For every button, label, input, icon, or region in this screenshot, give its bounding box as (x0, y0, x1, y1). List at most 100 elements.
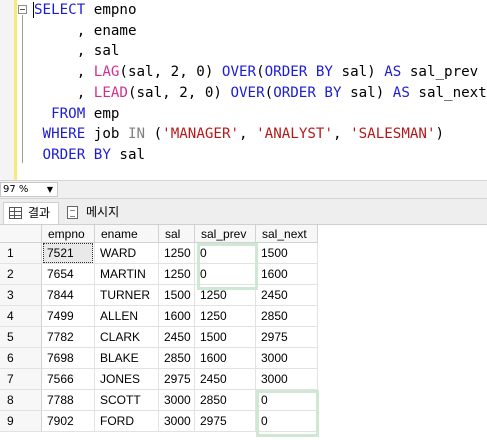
code-token: sal_next (409, 84, 487, 101)
code-token: ORDER BY (273, 84, 342, 101)
cell-sal[interactable]: 3000 (159, 411, 195, 432)
cell-empno[interactable]: 7782 (42, 327, 95, 348)
cell-sal[interactable]: 1250 (159, 243, 195, 264)
cell-sal[interactable]: 1600 (159, 306, 195, 327)
cell-ename[interactable]: WARD (95, 243, 159, 264)
code-token: ORDER BY (264, 64, 333, 81)
results-grid[interactable]: empno ename sal sal_prev sal_next 1 7521 W… (0, 225, 487, 440)
row-number[interactable]: 4 (0, 306, 42, 327)
cell-empno[interactable]: 7698 (42, 348, 95, 369)
code-token: (sal, 2, 0) (119, 64, 222, 81)
cell-sal-next[interactable]: 1600 (256, 264, 318, 285)
sql-editor[interactable]: SELECT empno , ename , sal , LAG(sal, 2,… (0, 0, 487, 180)
grid-icon (9, 207, 22, 219)
cell-empno[interactable]: 7654 (42, 264, 95, 285)
cell-sal[interactable]: 2850 (159, 348, 195, 369)
table-row[interactable]: 7 7566 JONES 2975 2450 3000 (0, 369, 487, 390)
zoom-value: 97 % (3, 184, 29, 195)
row-number[interactable]: 2 (0, 264, 42, 285)
zoom-bar: 97 % ▼ (0, 180, 487, 199)
cell-ename[interactable]: MARTIN (95, 264, 159, 285)
code-line[interactable]: , LAG(sal, 2, 0) OVER(ORDER BY sal) AS s… (34, 62, 479, 82)
cell-sal[interactable]: 2450 (159, 327, 195, 348)
tab-results[interactable]: 결과 (3, 202, 59, 224)
cell-sal-next[interactable]: 3000 (256, 369, 318, 390)
cell-empno[interactable]: 7499 (42, 306, 95, 327)
code-token: LEAD (93, 84, 128, 101)
code-token: ( (145, 126, 163, 143)
row-number[interactable]: 9 (0, 411, 42, 432)
code-line[interactable]: SELECT empno (34, 0, 137, 20)
column-header-sal-next[interactable]: sal_next (256, 225, 318, 243)
tab-messages[interactable]: 메시지 (62, 202, 132, 222)
cell-empno[interactable]: 7788 (42, 390, 95, 411)
row-number[interactable]: 1 (0, 243, 42, 264)
row-number[interactable]: 8 (0, 390, 42, 411)
column-header-sal-prev[interactable]: sal_prev (195, 225, 256, 243)
cell-sal[interactable]: 3000 (159, 390, 195, 411)
cell-ename[interactable]: SCOTT (95, 390, 159, 411)
code-token: 'MANAGER' (162, 126, 240, 143)
table-row[interactable]: 9 7902 FORD 3000 2975 0 (0, 411, 487, 432)
cell-ename[interactable]: CLARK (95, 327, 159, 348)
cell-empno[interactable]: 7844 (42, 285, 95, 306)
code-line[interactable]: WHERE job IN ('MANAGER', 'ANALYST', 'SAL… (34, 124, 445, 144)
cell-sal-next[interactable]: 2450 (256, 285, 318, 306)
code-token: , (333, 126, 351, 143)
code-token: AS (392, 84, 410, 101)
code-line[interactable]: , LEAD(sal, 2, 0) OVER(ORDER BY sal) AS … (34, 83, 487, 103)
cell-sal[interactable]: 1500 (159, 285, 195, 306)
code-token: job (85, 126, 128, 143)
cell-sal-next[interactable]: 1500 (256, 243, 318, 264)
column-header-sal[interactable]: sal (159, 225, 195, 243)
cell-sal[interactable]: 2975 (159, 369, 195, 390)
cell-sal-next[interactable]: 2850 (256, 306, 318, 327)
cell-ename[interactable]: FORD (95, 411, 159, 432)
code-token: empno (85, 2, 137, 18)
collapse-icon[interactable] (18, 5, 27, 14)
code-token: IN (127, 126, 146, 143)
code-token: sal_prev (401, 64, 479, 81)
cell-ename[interactable]: BLAKE (95, 348, 159, 369)
code-token: OVER (230, 84, 265, 101)
table-row[interactable]: 8 7788 SCOTT 3000 2850 0 (0, 390, 487, 411)
cell-ename[interactable]: JONES (95, 369, 159, 390)
code-token: OVER (221, 64, 257, 81)
fold-region-line (22, 15, 23, 163)
cell-sal-prev[interactable]: 2850 (195, 390, 256, 411)
zoom-select[interactable]: 97 % ▼ (0, 182, 58, 197)
column-header-empno[interactable]: empno (42, 225, 95, 243)
code-line[interactable]: FROM emp (34, 104, 119, 124)
cell-sal-prev[interactable]: 2450 (195, 369, 256, 390)
row-number[interactable]: 7 (0, 369, 42, 390)
cell-ename[interactable]: TURNER (95, 285, 159, 306)
cell-sal-prev[interactable]: 1500 (195, 327, 256, 348)
row-number[interactable]: 5 (0, 327, 42, 348)
row-number[interactable]: 6 (0, 348, 42, 369)
row-number[interactable]: 3 (0, 285, 42, 306)
code-line[interactable]: , ename (34, 21, 137, 41)
code-token: , (34, 84, 94, 101)
cell-sal-prev[interactable]: 2975 (195, 411, 256, 432)
cell-sal[interactable]: 1250 (159, 264, 195, 285)
code-token: sal) (332, 64, 385, 81)
cell-sal-next[interactable]: 2975 (256, 327, 318, 348)
cell-ename[interactable]: ALLEN (95, 306, 159, 327)
cell-sal-next[interactable]: 3000 (256, 348, 318, 369)
code-token: , ename (34, 22, 137, 39)
column-header-ename[interactable]: ename (95, 225, 159, 243)
cell-empno[interactable]: 7566 (42, 369, 95, 390)
cell-sal-prev[interactable]: 1250 (195, 306, 256, 327)
table-row[interactable]: 4 7499 ALLEN 1600 1250 2850 (0, 306, 487, 327)
code-line[interactable]: , sal (34, 41, 120, 61)
highlight-box-sal-prev (197, 243, 258, 290)
cell-empno[interactable]: 7521 (42, 243, 95, 264)
table-row[interactable]: 5 7782 CLARK 2450 1500 2975 (0, 327, 487, 348)
tab-messages-label: 메시지 (86, 205, 120, 219)
cell-sal-prev[interactable]: 1600 (195, 348, 256, 369)
table-row[interactable]: 6 7698 BLAKE 2850 1600 3000 (0, 348, 487, 369)
code-line[interactable]: ORDER BY sal (34, 145, 146, 165)
code-token: ( (256, 64, 265, 81)
result-tabs: 결과 메시지 (0, 199, 487, 225)
cell-empno[interactable]: 7902 (42, 411, 95, 432)
